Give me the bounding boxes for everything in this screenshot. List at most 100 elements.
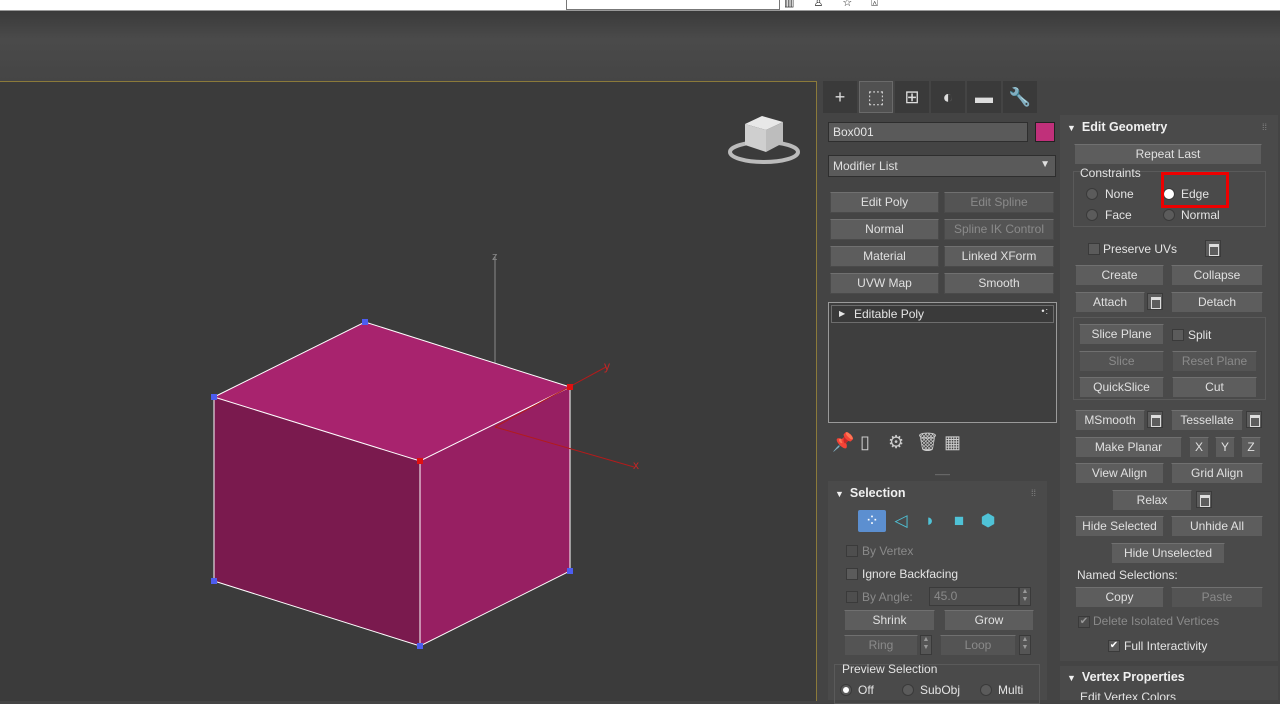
make-unique-icon[interactable]: ⚙	[888, 432, 916, 453]
preserve-uvs-checkbox[interactable]	[1088, 243, 1100, 255]
hide-selected-button[interactable]: Hide Selected	[1075, 516, 1164, 537]
chevron-down-icon: ▼	[1040, 159, 1050, 170]
object-color-swatch[interactable]	[1035, 122, 1055, 142]
preserve-uvs-label: Preserve UVs	[1103, 242, 1178, 256]
preserve-uvs-settings-button[interactable]	[1205, 240, 1221, 257]
relax-settings-button[interactable]	[1196, 491, 1212, 508]
viewport-perspective[interactable]: z y x	[0, 81, 817, 701]
remove-modifier-icon[interactable]: 🗑	[916, 432, 944, 453]
tab-create[interactable]: +	[823, 81, 857, 113]
planar-x-button[interactable]: X	[1189, 437, 1209, 458]
tessellate-settings-button[interactable]	[1246, 411, 1262, 428]
modifier-stack[interactable]: ▶ Editable Poly •:	[828, 302, 1057, 423]
collapse-triangle-icon: ▼	[1067, 123, 1076, 133]
split-checkbox[interactable]	[1172, 329, 1184, 341]
angle-spinner[interactable]: 45.0	[929, 587, 1019, 606]
material-button[interactable]: Material	[830, 246, 939, 267]
normal-modifier-button[interactable]: Normal	[830, 219, 939, 240]
msmooth-button[interactable]: MSmooth	[1075, 410, 1145, 431]
expand-triangle-icon[interactable]: ▶	[839, 309, 845, 318]
by-vertex-checkbox[interactable]	[846, 545, 858, 557]
make-planar-button[interactable]: Make Planar	[1075, 437, 1182, 458]
create-button[interactable]: Create	[1075, 265, 1164, 286]
cut-button[interactable]: Cut	[1172, 377, 1257, 398]
planar-y-button[interactable]: Y	[1215, 437, 1235, 458]
vertex-properties-rollout-header[interactable]: ▼ Vertex Properties	[1067, 666, 1185, 688]
angle-spinner-arrows[interactable]: ▲ ▼	[1019, 587, 1031, 606]
vertex	[417, 643, 423, 649]
attach-settings-button[interactable]	[1147, 293, 1163, 310]
stack-item-editable-poly[interactable]: ▶ Editable Poly •:	[831, 305, 1054, 323]
constraint-none-radio[interactable]	[1086, 188, 1098, 200]
edit-geometry-rollout-header[interactable]: ▼ Edit Geometry	[1067, 116, 1167, 138]
paste-button[interactable]: Paste	[1171, 587, 1263, 608]
spline-ik-control-button[interactable]: Spline IK Control	[944, 219, 1054, 240]
loop-spinner-arrows[interactable]: ▲ ▼	[1019, 635, 1031, 655]
rollout-grip-icon[interactable]: ⁞⁞	[1262, 122, 1267, 132]
search-input[interactable]	[566, 0, 780, 10]
tab-utilities[interactable]: 🔧	[1003, 81, 1037, 113]
copy-button[interactable]: Copy	[1075, 587, 1164, 608]
slice-button[interactable]: Slice	[1079, 351, 1164, 372]
named-selections-label: Named Selections:	[1077, 568, 1178, 582]
element-level-icon[interactable]: ⬢	[974, 510, 1002, 532]
viewcube-icon[interactable]	[728, 116, 800, 164]
tab-hierarchy[interactable]: ⊞	[895, 81, 929, 113]
linked-xform-button[interactable]: Linked XForm	[944, 246, 1054, 267]
configure-modifier-sets-icon[interactable]: ▦	[944, 432, 972, 453]
relax-button[interactable]: Relax	[1112, 490, 1192, 511]
grid-align-button[interactable]: Grid Align	[1171, 463, 1263, 484]
repeat-last-button[interactable]: Repeat Last	[1074, 144, 1262, 165]
loop-button[interactable]: Loop	[940, 635, 1016, 656]
constraint-normal-radio[interactable]	[1163, 209, 1175, 221]
reset-plane-button[interactable]: Reset Plane	[1172, 351, 1257, 372]
planar-z-button[interactable]: Z	[1241, 437, 1261, 458]
constraint-face-radio[interactable]	[1086, 209, 1098, 221]
full-interactivity-checkbox[interactable]: ✔	[1108, 640, 1120, 652]
rollout-grip-icon[interactable]: ⁞⁞	[1031, 488, 1036, 498]
constraint-normal-label: Normal	[1181, 208, 1220, 222]
preview-subobj-radio[interactable]	[902, 684, 914, 696]
ring-button[interactable]: Ring	[844, 635, 918, 656]
preview-off-radio[interactable]	[840, 684, 852, 696]
delete-isolated-checkbox[interactable]: ✔	[1078, 616, 1090, 628]
uvw-map-button[interactable]: UVW Map	[830, 273, 939, 294]
preview-multi-radio[interactable]	[980, 684, 992, 696]
shrink-button[interactable]: Shrink	[844, 610, 935, 631]
show-end-result-icon[interactable]: ▯	[860, 432, 888, 453]
collapse-button[interactable]: Collapse	[1171, 265, 1263, 286]
selection-rollout-header[interactable]: ▼ Selection	[835, 482, 906, 504]
ring-spinner-arrows[interactable]: ▲ ▼	[920, 635, 932, 655]
vertex-level-icon[interactable]: ⁘	[858, 510, 886, 532]
edge-level-icon[interactable]: ◁	[887, 510, 915, 532]
edit-poly-button[interactable]: Edit Poly	[830, 192, 939, 213]
detach-button[interactable]: Detach	[1171, 292, 1263, 313]
tab-motion[interactable]: ◐	[931, 81, 965, 113]
ignore-backfacing-checkbox[interactable]	[846, 568, 858, 580]
panel-splitter-grip[interactable]: ‒‒‒	[935, 469, 950, 479]
preview-selection-label: Preview Selection	[842, 662, 938, 676]
tab-display[interactable]: ▬	[967, 81, 1001, 113]
edit-spline-button[interactable]: Edit Spline	[944, 192, 1054, 213]
by-angle-checkbox[interactable]	[846, 591, 858, 603]
quickslice-button[interactable]: QuickSlice	[1079, 377, 1164, 398]
unhide-all-button[interactable]: Unhide All	[1171, 516, 1263, 537]
tab-modify[interactable]: ⬚	[859, 81, 893, 113]
border-level-icon[interactable]: ◗	[916, 510, 944, 532]
object-name-field[interactable]: Box001	[828, 122, 1028, 142]
msmooth-settings-button[interactable]	[1147, 411, 1163, 428]
polygon-level-icon[interactable]: ■	[945, 510, 973, 532]
slice-plane-button[interactable]: Slice Plane	[1079, 324, 1164, 345]
modifier-list-dropdown[interactable]: Modifier List ▼	[828, 155, 1056, 177]
grow-button[interactable]: Grow	[944, 610, 1034, 631]
edit-vertex-colors-label: Edit Vertex Colors	[1080, 690, 1177, 700]
plus-icon: +	[834, 86, 846, 107]
top-strip: ▥ ♙ ☆ ⍓	[0, 0, 1280, 11]
view-align-button[interactable]: View Align	[1075, 463, 1164, 484]
pin-stack-icon[interactable]: 📌	[832, 432, 860, 453]
smooth-button[interactable]: Smooth	[944, 273, 1054, 294]
hide-unselected-button[interactable]: Hide Unselected	[1111, 543, 1225, 564]
selection-title: Selection	[849, 486, 906, 500]
attach-button[interactable]: Attach	[1075, 292, 1145, 313]
tessellate-button[interactable]: Tessellate	[1171, 410, 1243, 431]
